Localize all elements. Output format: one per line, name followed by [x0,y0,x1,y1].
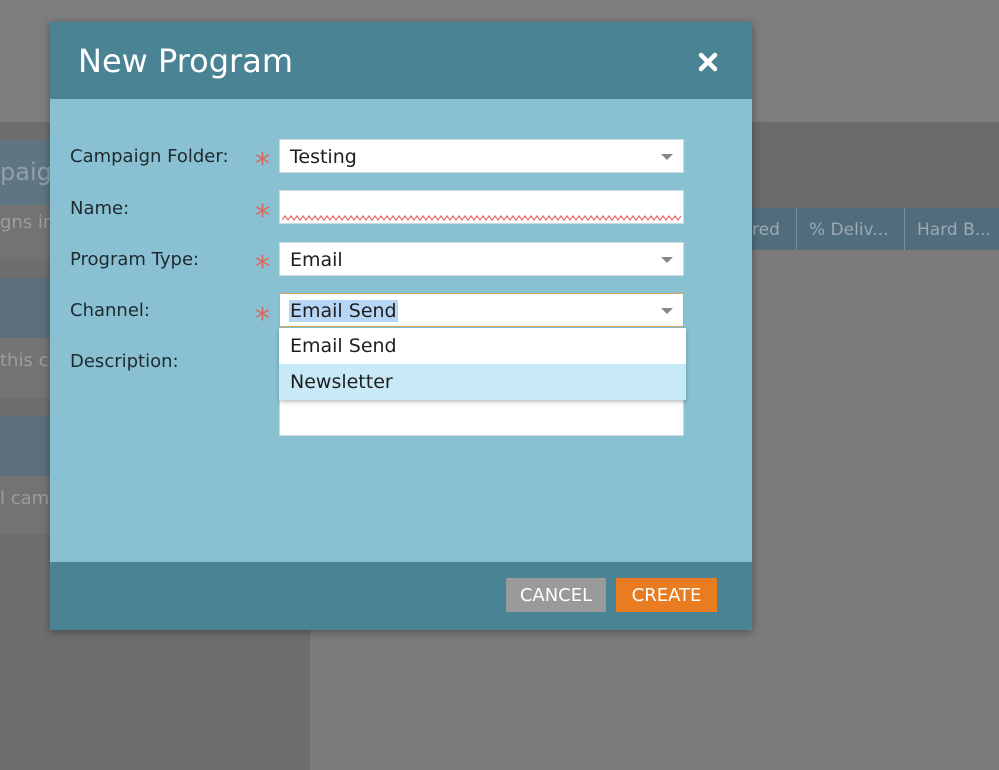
campaign-folder-select[interactable]: Testing [279,139,684,173]
required-marker: * [255,302,270,337]
campaign-folder-label: Campaign Folder: [70,146,229,167]
required-marker: * [255,147,270,182]
close-icon [698,52,718,72]
name-input[interactable] [279,190,684,224]
cancel-button[interactable]: CANCEL [506,578,606,612]
channel-option-email-send[interactable]: Email Send [279,328,686,364]
background-column-header: % Deliv... [796,208,904,250]
campaign-folder-value: Testing [290,146,357,168]
required-marker: * [255,250,270,285]
required-marker: * [255,199,270,234]
program-type-select[interactable]: Email [279,242,684,276]
chevron-down-icon [661,308,673,314]
spellcheck-underline [282,215,681,221]
chevron-down-icon [661,154,673,160]
description-label: Description: [70,351,179,372]
close-button[interactable] [692,46,724,78]
channel-label: Channel: [70,300,150,321]
dialog-header: New Program [50,22,752,99]
background-column-header: Hard B... [904,208,999,250]
dialog-title: New Program [78,42,293,80]
program-type-label: Program Type: [70,249,200,270]
chevron-down-icon [661,257,673,263]
dialog-footer: CANCEL CREATE [50,562,752,630]
create-button[interactable]: CREATE [616,578,717,612]
channel-value: Email Send [289,300,398,322]
channel-option-newsletter[interactable]: Newsletter [279,364,686,400]
name-label: Name: [70,198,130,219]
program-type-value: Email [290,249,343,271]
channel-dropdown-list: Email Send Newsletter [279,328,686,400]
new-program-dialog: New Program Campaign Folder: * Testing N… [50,22,752,630]
channel-select[interactable]: Email Send [279,293,684,327]
